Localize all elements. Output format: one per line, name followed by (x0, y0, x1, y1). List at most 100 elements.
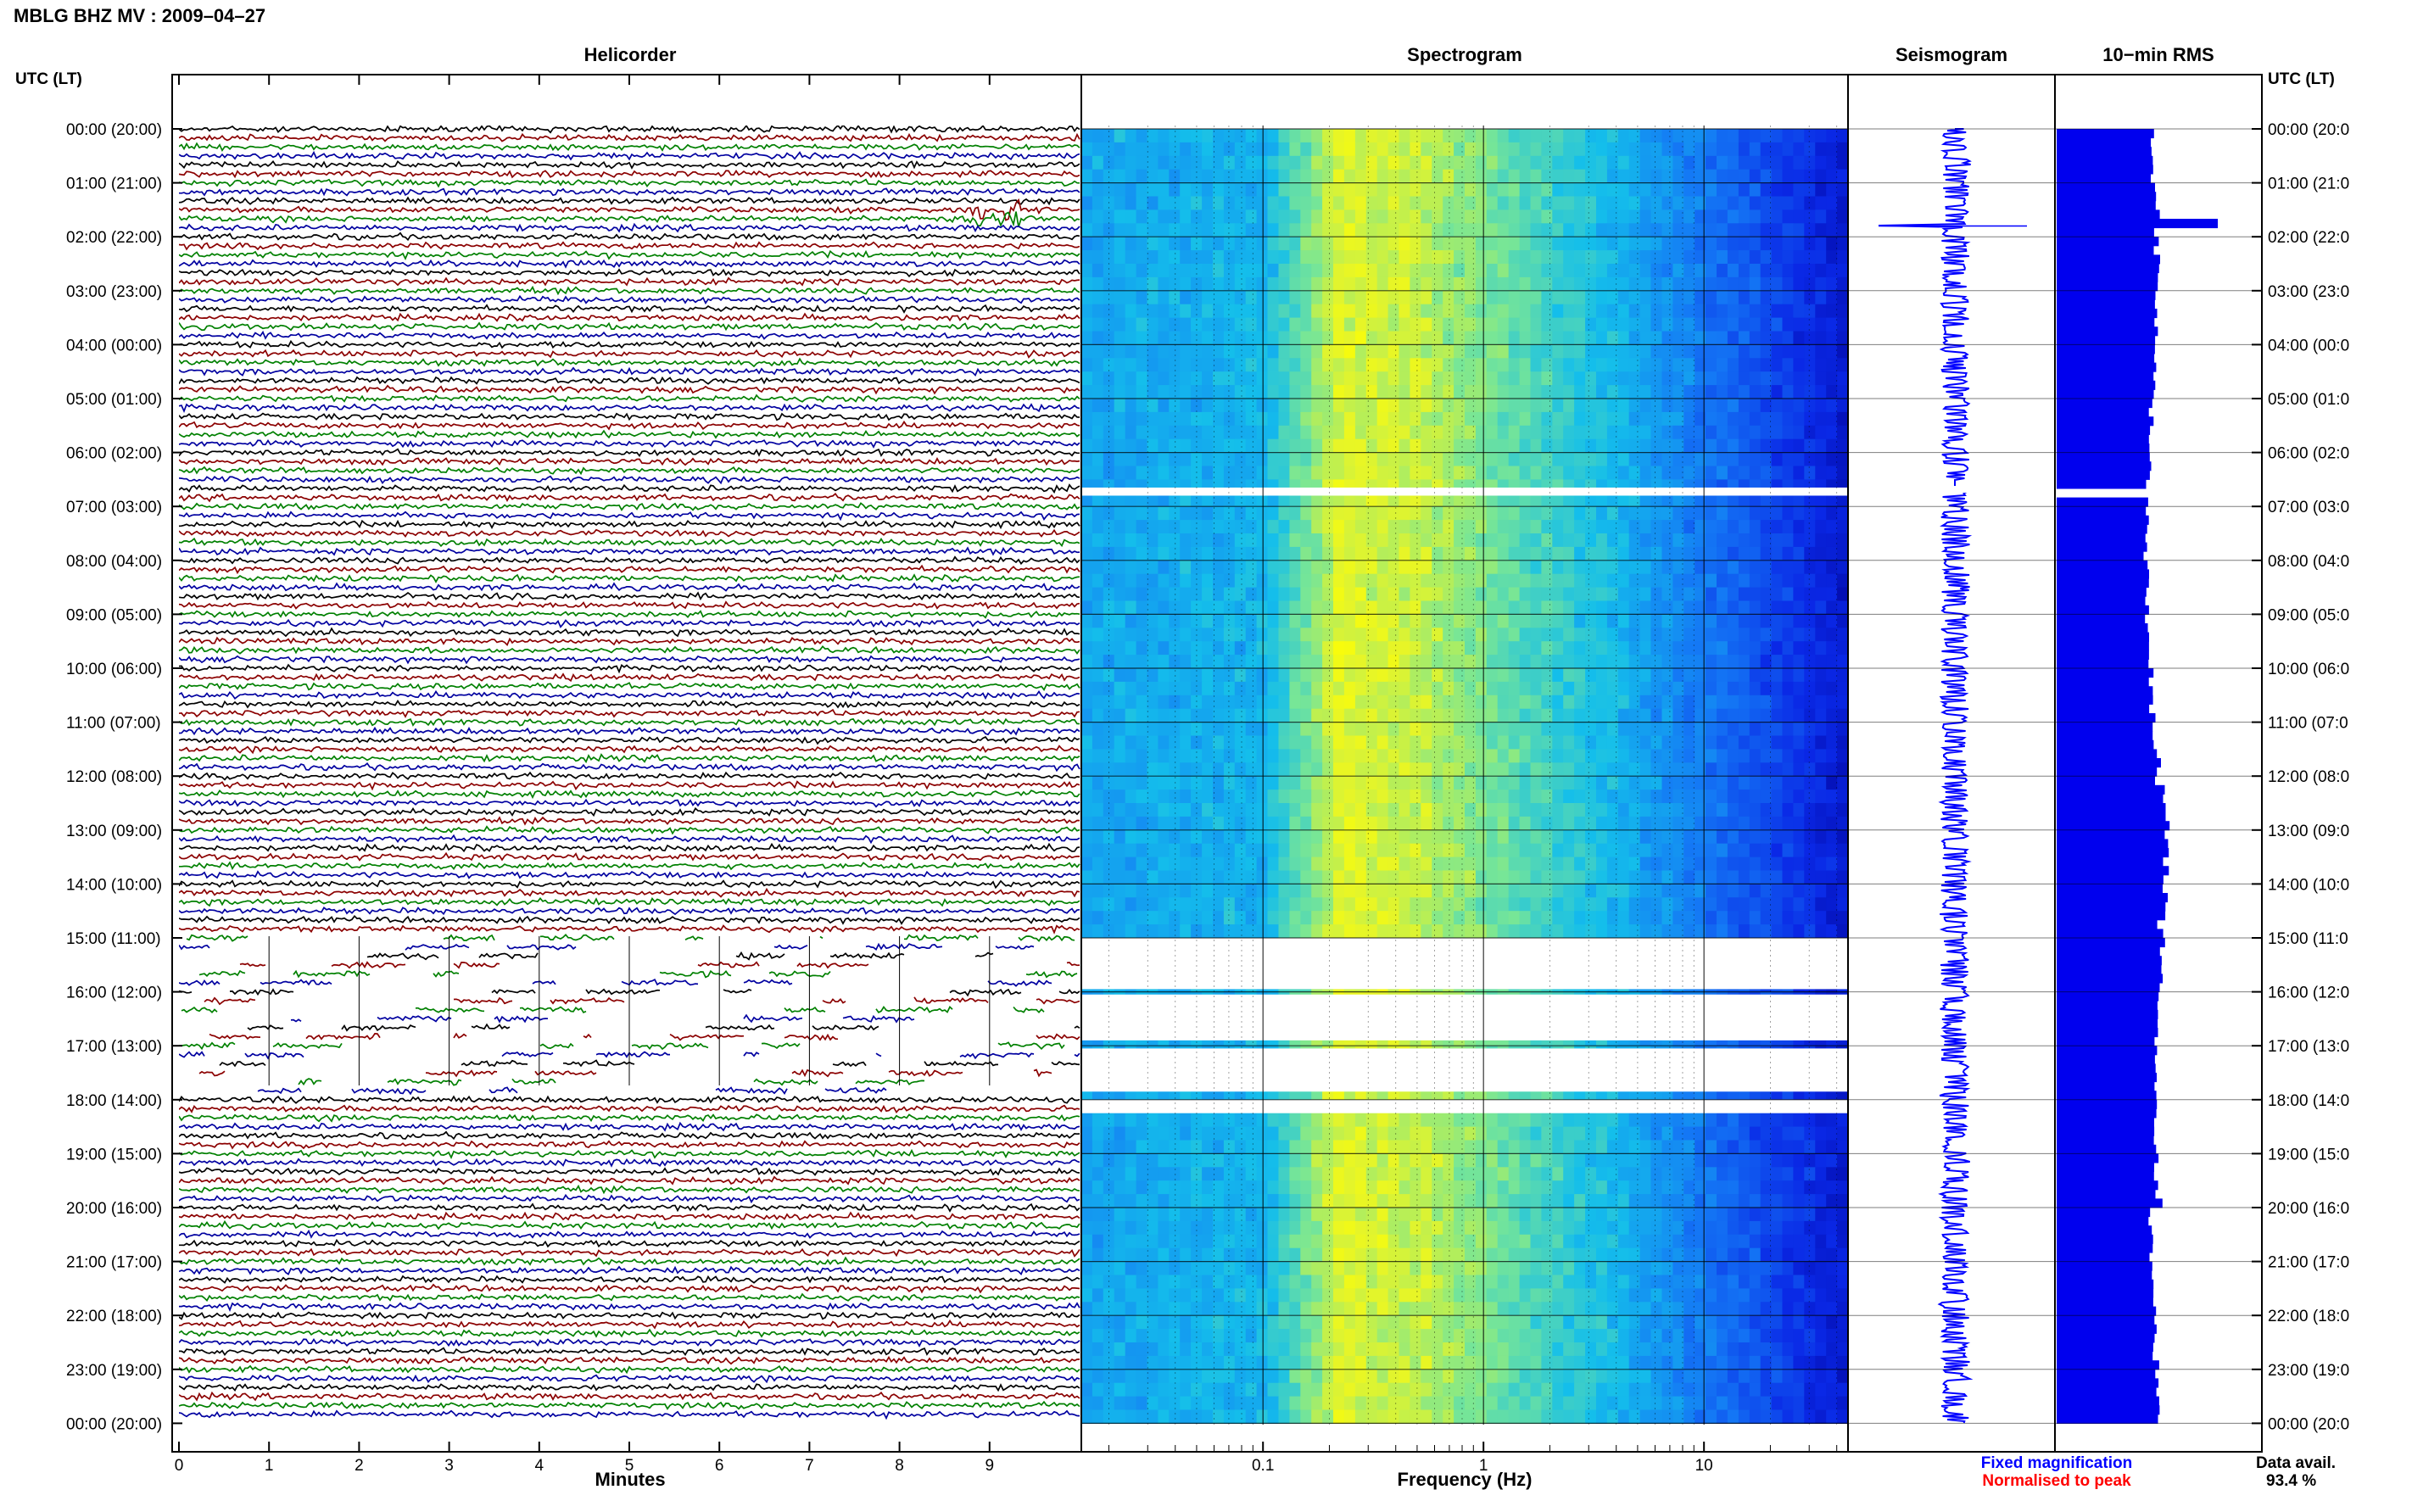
spectrogram-cell (1728, 466, 1739, 481)
spectrogram-cell (1728, 197, 1739, 211)
spectrogram-cell (1772, 250, 1784, 265)
spectrogram-cell (1344, 857, 1356, 872)
spectrogram-cell (1081, 668, 1093, 683)
spectrogram-cell (1837, 156, 1849, 170)
spectrogram-cell (1706, 897, 1717, 912)
spectrogram-cell (1289, 776, 1301, 790)
spectrogram-cell (1114, 789, 1126, 804)
spectrogram-cell (1224, 614, 1236, 628)
spectrogram-cell (1268, 426, 1280, 440)
spectrogram-cell (1136, 291, 1148, 305)
spectrogram-cell (1246, 197, 1258, 211)
spectrogram-cell (1213, 817, 1225, 831)
spectrogram-cell (1837, 358, 1849, 372)
spectrogram-cell (1092, 197, 1104, 211)
spectrogram-cell (1377, 614, 1389, 628)
spectrogram-cell (1662, 655, 1674, 669)
spectrogram-cell (1257, 412, 1269, 427)
spectrogram-cell (1191, 641, 1203, 656)
spectrogram-cell (1476, 332, 1488, 346)
spectrogram-cell (1706, 344, 1717, 359)
spectrogram-cell (1531, 776, 1543, 790)
spectrogram-cell (1706, 209, 1717, 224)
spectrogram-cell (1125, 628, 1137, 642)
spectrogram-cell (1815, 668, 1827, 683)
spectrogram-cell (1257, 170, 1269, 184)
spectrogram-cell (1672, 344, 1684, 359)
spectrogram-cell (1300, 588, 1312, 602)
spectrogram-cell (1498, 762, 1510, 777)
spectrogram-cell (1629, 641, 1641, 656)
spectrogram-cell (1377, 291, 1389, 305)
spectrogram-cell (1662, 924, 1674, 939)
spectrogram-cell (1509, 817, 1521, 831)
spectrogram-cell (1443, 547, 1454, 561)
spectrogram-cell (1224, 547, 1236, 561)
spectrogram-cell (1487, 250, 1499, 265)
spectrogram-cell (1837, 668, 1849, 683)
helicorder-trace (187, 935, 1075, 940)
spectrogram-cell (1322, 709, 1334, 723)
spectrogram-cell (1333, 197, 1345, 211)
spectrogram-cell (1739, 371, 1750, 386)
spectrogram-cell (1640, 439, 1652, 454)
spectrogram-cell (1487, 129, 1499, 143)
spectrogram-cell (1509, 641, 1521, 656)
spectrogram-cell (1783, 250, 1795, 265)
spectrogram-cell (1279, 426, 1291, 440)
spectrogram-cell (1180, 533, 1192, 548)
spectrogram-cell (1629, 668, 1641, 683)
spectrogram-cell (1476, 655, 1488, 669)
spectrogram-cell (1421, 817, 1432, 831)
spectrogram-cell (1213, 924, 1225, 939)
spectrogram-cell (1750, 871, 1762, 885)
spectrogram-cell (1114, 614, 1126, 628)
spectrogram-cell (1629, 412, 1641, 427)
spectrogram-cell (1837, 749, 1849, 763)
spectrogram-cell (1257, 736, 1269, 750)
spectrogram-cell (1180, 237, 1192, 251)
spectrogram-cell (1235, 533, 1247, 548)
spectrogram-cell (1180, 776, 1192, 790)
spectrogram-cell (1125, 332, 1137, 346)
spectrogram-cell (1333, 533, 1345, 548)
spectrogram-cell (1804, 426, 1816, 440)
spectrogram-cell (1322, 156, 1334, 170)
spectrogram-cell (1783, 385, 1795, 399)
spectrogram-cell (1596, 924, 1608, 939)
spectrogram-cell (1629, 426, 1641, 440)
spectrogram-cell (1476, 830, 1488, 845)
spectrogram-cell (1629, 466, 1641, 481)
spectrogram-cell (1761, 924, 1773, 939)
spectrogram-cell (1574, 871, 1586, 885)
spectrogram-cell (1180, 817, 1192, 831)
spectrogram-cell (1257, 723, 1269, 737)
spectrogram-cell (1344, 749, 1356, 763)
spectrogram-cell (1739, 817, 1750, 831)
spectrogram-cell (1509, 574, 1521, 589)
spectrogram-cell (1344, 183, 1356, 198)
spectrogram-cell (1596, 332, 1608, 346)
spectrogram-cell (1191, 533, 1203, 548)
spectrogram-cell (1574, 520, 1586, 534)
spectrogram-cell (1443, 304, 1454, 319)
spectrogram-cell (1235, 506, 1247, 521)
spectrogram-cell (1454, 183, 1466, 198)
spectrogram-cell (1114, 817, 1126, 831)
spectrogram-cell (1432, 803, 1443, 817)
spectrogram-cell (1421, 506, 1432, 521)
helicorder-trace (179, 1411, 1080, 1419)
spectrogram-cell (1585, 385, 1597, 399)
spectrogram-cell (1585, 844, 1597, 858)
spectrogram-cell (1333, 695, 1345, 710)
spectrogram-cell (1257, 547, 1269, 561)
spectrogram-cell (1772, 601, 1784, 616)
helicorder-trace (179, 431, 1080, 438)
spectrogram-cell (1683, 871, 1695, 885)
spectrogram-cell (1092, 924, 1104, 939)
spectrogram-cell (1322, 776, 1334, 790)
spectrogram-cell (1147, 736, 1159, 750)
spectrogram-cell (1531, 588, 1543, 602)
spectrogram-cell (1125, 911, 1137, 925)
spectrogram-cell (1279, 129, 1291, 143)
